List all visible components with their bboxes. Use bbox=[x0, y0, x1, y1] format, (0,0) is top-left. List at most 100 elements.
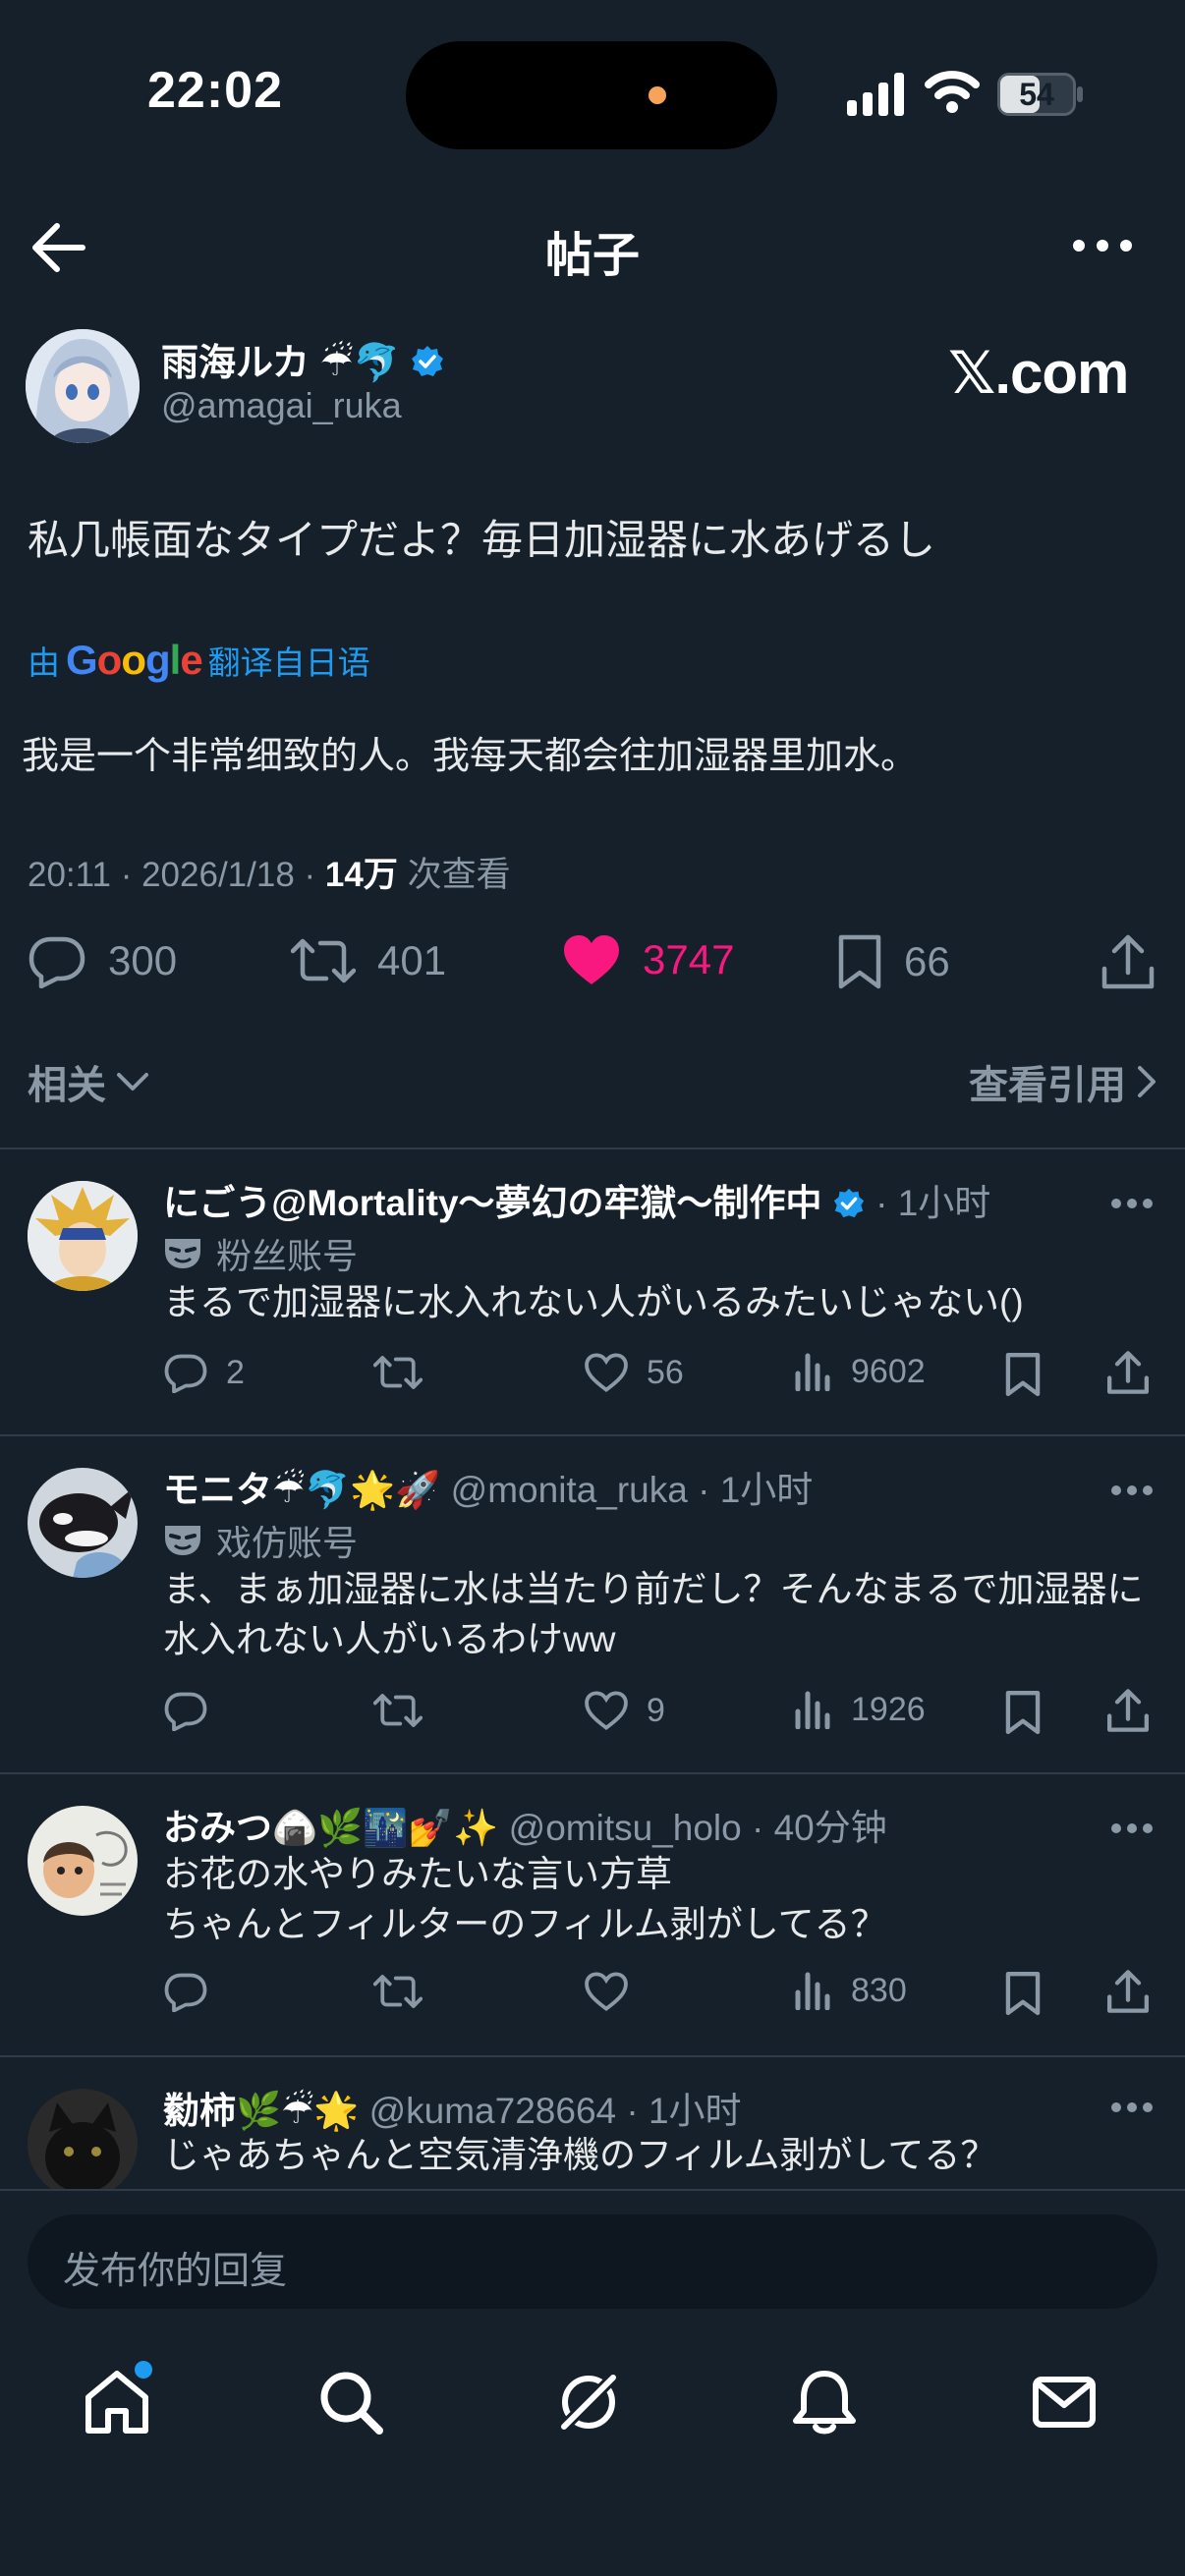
like-action[interactable]: 3747 bbox=[562, 933, 734, 986]
reply-views[interactable]: 9602 bbox=[794, 1352, 926, 1391]
post-views-count: 14万 bbox=[324, 856, 398, 894]
share-icon[interactable] bbox=[1106, 1688, 1150, 1733]
reply-icon bbox=[28, 936, 85, 988]
reply-text: ま、まぁ加湿器に水は当たり前だし？そんなまるで加湿器に水入れない人がいるわけww bbox=[163, 1569, 1144, 1659]
divider bbox=[0, 2189, 1185, 2191]
reply-views[interactable]: 830 bbox=[794, 1971, 907, 2010]
reply-reply-action[interactable]: 2 bbox=[163, 1352, 245, 1393]
bookmark-icon[interactable] bbox=[1004, 1690, 1042, 1735]
views-chart-icon bbox=[795, 1691, 830, 1729]
author-handle[interactable]: @amagai_ruka bbox=[161, 385, 402, 426]
view-quotes-link[interactable]: 查看引用 bbox=[969, 1053, 1157, 1110]
reply-header: 勬柿🌿☔🌟 @kuma728664 · 1小时 bbox=[163, 2081, 742, 2134]
bookmark-icon[interactable] bbox=[1004, 1352, 1042, 1397]
wifi-icon bbox=[925, 71, 980, 113]
reply-icon bbox=[164, 1973, 207, 2012]
verified-badge-icon bbox=[412, 346, 444, 376]
battery-percent: 54 bbox=[1019, 77, 1054, 112]
reply-composer-input[interactable]: 发布你的回复 bbox=[28, 2214, 1157, 2309]
verified-badge-icon bbox=[833, 1188, 864, 1218]
reply-count: 2 bbox=[226, 1353, 245, 1391]
more-options-icon[interactable] bbox=[1110, 1197, 1154, 1210]
heart-filled-icon bbox=[564, 935, 619, 984]
heart-icon bbox=[585, 1972, 628, 2012]
reply-header: にごう@Mortality～夢幻の牢獄～制作中 · 1小时 bbox=[163, 1173, 990, 1226]
reply-text: まるで加湿器に水入れない人がいるみたいじゃない() bbox=[163, 1282, 1024, 1322]
account-label-text: 戏仿账号 bbox=[216, 1523, 359, 1563]
reply-meta: @monita_ruka · 1小时 bbox=[440, 1470, 814, 1510]
reply-author-name[interactable]: おみつ🍙🌿🌃💅✨ bbox=[163, 1808, 498, 1848]
battery-cap bbox=[1077, 86, 1083, 102]
reply-avatar[interactable] bbox=[28, 2089, 138, 2189]
reply-like-action[interactable]: 9 bbox=[584, 1690, 665, 1731]
more-options-icon[interactable] bbox=[1110, 1821, 1154, 1835]
post-timestamp: 20:11 · 2026/1/18 · bbox=[28, 856, 325, 894]
reply-count: 300 bbox=[108, 937, 178, 983]
search-icon[interactable] bbox=[316, 2368, 385, 2436]
author-name-emoji: ☔🐬 bbox=[319, 343, 400, 384]
reply-action[interactable]: 300 bbox=[28, 933, 177, 988]
privacy-indicator bbox=[649, 86, 666, 104]
bookmark-action[interactable]: 66 bbox=[837, 933, 950, 990]
x-watermark: 𝕏.com bbox=[948, 340, 1129, 406]
account-label-text: 粉丝账号 bbox=[216, 1236, 359, 1276]
repost-count: 401 bbox=[377, 937, 447, 983]
like-count: 9 bbox=[647, 1691, 665, 1729]
post-views-label: 次查看 bbox=[397, 856, 511, 894]
reply-avatar[interactable] bbox=[28, 1181, 138, 1291]
reply-reply-action[interactable] bbox=[163, 1690, 226, 1731]
chevron-down-icon bbox=[117, 1073, 148, 1091]
share-action[interactable] bbox=[1100, 933, 1156, 990]
page-title: 帖子 bbox=[544, 230, 640, 282]
divider bbox=[0, 1148, 1185, 1149]
repost-icon bbox=[291, 938, 356, 983]
share-icon[interactable] bbox=[1106, 1969, 1150, 2014]
reply-like-action[interactable]: 56 bbox=[584, 1352, 684, 1393]
reply-text: お花の水やりみたいな言い方草 ちゃんとフィルターのフィルム剥がしてる？ bbox=[163, 1849, 1165, 1949]
bookmark-icon bbox=[838, 934, 881, 989]
status-time: 22:02 bbox=[147, 62, 283, 119]
views-count: 1926 bbox=[851, 1690, 926, 1728]
more-options-icon[interactable] bbox=[1110, 1484, 1154, 1497]
repost-action[interactable]: 401 bbox=[291, 933, 446, 988]
divider bbox=[0, 1434, 1185, 1436]
bookmark-icon[interactable] bbox=[1004, 1971, 1042, 2016]
reply-author-name[interactable]: 勬柿🌿☔🌟 bbox=[163, 2091, 359, 2131]
mask-icon bbox=[165, 1526, 200, 1555]
cellular-signal-icon bbox=[847, 73, 904, 116]
author-name[interactable]: 雨海ルカ ☔🐬 bbox=[161, 332, 445, 386]
battery-indicator: 54 bbox=[997, 73, 1076, 116]
notification-dot bbox=[135, 2361, 152, 2379]
repost-icon bbox=[373, 1694, 423, 1727]
reply-repost-action[interactable] bbox=[373, 1971, 440, 2012]
google-logo: Google bbox=[66, 637, 203, 683]
repost-icon bbox=[373, 1356, 423, 1389]
account-label: 粉丝账号 bbox=[163, 1228, 358, 1279]
grok-icon[interactable] bbox=[554, 2368, 623, 2436]
translation-attribution[interactable]: 由 Google 翻译自日语 bbox=[28, 637, 370, 684]
reply-avatar[interactable] bbox=[28, 1468, 138, 1578]
reply-views[interactable]: 1926 bbox=[794, 1690, 926, 1729]
dynamic-island bbox=[406, 41, 777, 149]
reply-repost-action[interactable] bbox=[373, 1352, 440, 1393]
reply-meta: @kuma728664 · 1小时 bbox=[359, 2091, 742, 2131]
views-chart-icon bbox=[795, 1353, 830, 1391]
reply-reply-action[interactable] bbox=[163, 1971, 226, 2012]
reply-author-name[interactable]: にごう@Mortality～夢幻の牢獄～制作中 bbox=[163, 1183, 822, 1223]
reply-like-action[interactable] bbox=[584, 1971, 647, 2012]
share-icon[interactable] bbox=[1106, 1350, 1150, 1395]
reply-avatar[interactable] bbox=[28, 1806, 138, 1916]
reply-item[interactable]: 勬柿🌿☔🌟 @kuma728664 · 1小时 じゃあちゃんと空気清浄機のフィル… bbox=[0, 2057, 1185, 2189]
reply-meta: @omitsu_holo · 40分钟 bbox=[498, 1808, 887, 1848]
translation-source: 翻译自日语 bbox=[207, 644, 370, 681]
reply-author-name[interactable]: モニタ☔🐬🌟🚀 bbox=[163, 1470, 440, 1510]
heart-icon bbox=[585, 1353, 628, 1393]
reply-repost-action[interactable] bbox=[373, 1690, 440, 1731]
reply-header: おみつ🍙🌿🌃💅✨ @omitsu_holo · 40分钟 bbox=[163, 1798, 887, 1851]
more-options-icon[interactable] bbox=[1071, 236, 1134, 255]
more-options-icon[interactable] bbox=[1110, 2100, 1154, 2114]
author-avatar[interactable] bbox=[26, 329, 140, 443]
bell-icon[interactable] bbox=[790, 2368, 859, 2436]
mail-icon[interactable] bbox=[1030, 2368, 1099, 2436]
related-sort-dropdown[interactable]: 相关 bbox=[28, 1053, 149, 1110]
